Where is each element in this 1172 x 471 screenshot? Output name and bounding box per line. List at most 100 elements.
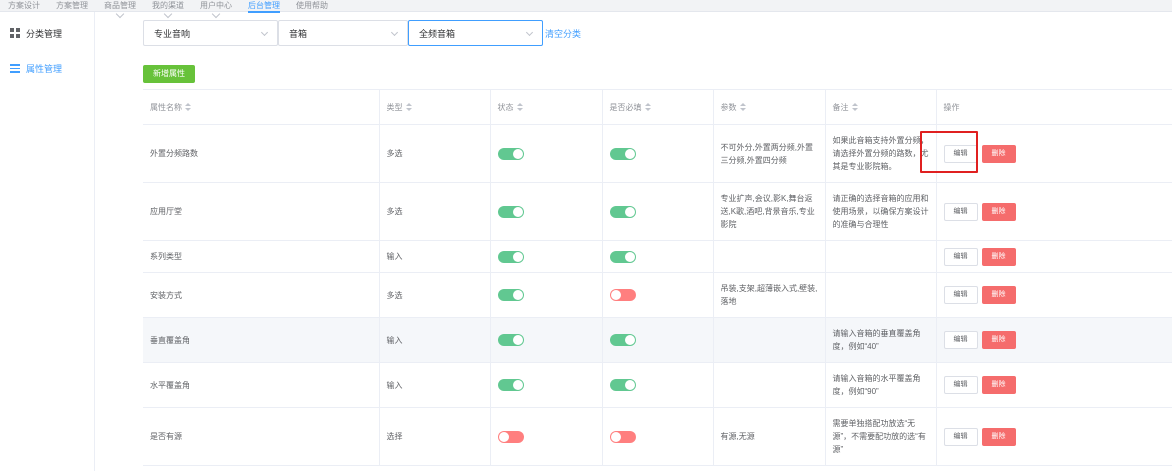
cell-params	[713, 317, 826, 363]
nav-item-product-manage[interactable]: 商品管理	[96, 0, 144, 12]
cell-required	[602, 182, 714, 241]
cell-name: 垂直覆盖角	[143, 317, 380, 363]
table-row: 是否有源 选择 有源,无源 需要单独搭配功放选“无源”，不需要配功放的选“有源” 编辑删…	[143, 407, 1172, 466]
cell-status	[490, 407, 603, 466]
sort-icon	[644, 103, 651, 112]
nav-item-my-channel[interactable]: 我的渠道	[144, 0, 192, 12]
cell-required	[602, 124, 714, 183]
table-header-row: 属性名称 类型 状态 是否必填 参数 备注 操作	[143, 89, 1172, 125]
table-row: 系列类型 输入 编辑 删除	[143, 240, 1172, 273]
attribute-table: 属性名称 类型 状态 是否必填 参数 备注 操作 外置分频路数 多选 不可外分,外置…	[143, 89, 1172, 466]
delete-button[interactable]: 删除	[981, 247, 1016, 266]
cell-type: 输入	[379, 317, 491, 363]
delete-button[interactable]: 删除	[981, 376, 1016, 394]
add-attribute-button[interactable]: 新增属性	[143, 65, 195, 83]
header-name[interactable]: 属性名称	[143, 89, 380, 125]
cell-required	[602, 272, 714, 318]
table-row: 外置分频路数 多选 不可外分,外置两分频,外置三分频,外置四分频 如果此音箱支持外置分…	[143, 124, 1172, 183]
required-toggle[interactable]	[609, 430, 636, 443]
cell-name: 外置分频路数	[143, 124, 380, 183]
cell-required	[602, 317, 714, 363]
status-toggle[interactable]	[497, 147, 524, 160]
sidebar-item-attribute[interactable]: 属性管理	[0, 57, 94, 79]
table-row: 垂直覆盖角 输入 请输入音箱的垂直覆盖角度，例如“40” 编辑 删除	[143, 317, 1172, 363]
category-select-3[interactable]: 全频音箱	[408, 20, 543, 46]
edit-button[interactable]: 编辑	[943, 202, 978, 221]
cell-note: 需要单独搭配功放选“无源”，不需要配功放的选“有源”	[825, 407, 937, 466]
sort-icon	[185, 103, 191, 112]
chevron-down-icon	[390, 28, 399, 37]
cell-required	[602, 362, 714, 408]
cell-type: 选择	[379, 407, 491, 466]
clear-category-link[interactable]: 清空分类	[545, 27, 581, 40]
required-toggle[interactable]	[609, 205, 636, 218]
status-toggle[interactable]	[497, 250, 524, 263]
cell-name: 应用厅堂	[143, 182, 380, 241]
cell-params	[713, 240, 826, 273]
delete-button[interactable]: 删除	[981, 427, 1016, 446]
edit-button[interactable]: 编辑	[943, 427, 978, 446]
status-toggle[interactable]	[497, 334, 524, 347]
required-toggle[interactable]	[609, 379, 636, 392]
cell-actions: 编辑 删除	[936, 362, 1172, 408]
header-type[interactable]: 类型	[379, 89, 491, 125]
nav-item-scheme-manage[interactable]: 方案管理	[48, 0, 96, 12]
cell-name: 是否有源	[143, 407, 380, 466]
required-toggle[interactable]	[609, 289, 636, 302]
required-toggle[interactable]	[609, 147, 636, 160]
chevron-down-icon	[525, 28, 534, 37]
delete-button[interactable]: 删除	[981, 331, 1016, 349]
header-required[interactable]: 是否必填	[602, 89, 714, 125]
nav-item-help[interactable]: 使用帮助	[288, 0, 336, 12]
grid-icon	[10, 28, 20, 38]
cell-status	[490, 240, 603, 273]
status-toggle[interactable]	[497, 430, 524, 443]
edit-button[interactable]: 编辑	[943, 331, 978, 349]
category-select-1[interactable]: 专业音响	[143, 20, 278, 46]
required-toggle[interactable]	[609, 250, 636, 263]
status-toggle[interactable]	[497, 289, 524, 302]
nav-item-admin[interactable]: 后台管理	[240, 0, 288, 13]
edit-button[interactable]: 编辑	[943, 247, 978, 266]
cell-status	[490, 182, 603, 241]
cell-status	[490, 124, 603, 183]
chevron-down-icon	[260, 28, 269, 37]
sidebar: 分类管理 属性管理	[0, 12, 95, 471]
delete-button[interactable]: 删除	[981, 144, 1016, 163]
cell-required	[602, 240, 714, 273]
status-toggle[interactable]	[497, 379, 524, 392]
edit-button[interactable]: 编辑	[943, 144, 978, 163]
sidebar-item-category[interactable]: 分类管理	[0, 22, 94, 44]
cell-name: 水平覆盖角	[143, 362, 380, 408]
delete-button[interactable]: 删除	[981, 202, 1016, 221]
cell-note: 请输入音箱的水平覆盖角度，例如“90”	[825, 362, 937, 408]
cell-note: 如果此音箱支持外置分频，请选择外置分频的路数，尤其是专业影院箱。	[825, 124, 937, 183]
cell-actions: 编辑 删除	[936, 272, 1172, 318]
category-select-2[interactable]: 音箱	[278, 20, 408, 46]
nav-item-scheme-design[interactable]: 方案设计	[0, 0, 48, 12]
cell-note: 请输入音箱的垂直覆盖角度，例如“40”	[825, 317, 937, 363]
cell-required	[602, 407, 714, 466]
header-status[interactable]: 状态	[490, 89, 603, 125]
cell-actions: 编辑 删除	[936, 317, 1172, 363]
table-row: 水平覆盖角 输入 请输入音箱的水平覆盖角度，例如“90” 编辑 删除	[143, 362, 1172, 408]
cell-params: 不可外分,外置两分频,外置三分频,外置四分频	[713, 124, 826, 183]
header-params[interactable]: 参数	[713, 89, 826, 125]
cell-note	[825, 272, 937, 318]
cell-params: 有源,无源	[713, 407, 826, 466]
sidebar-item-label: 属性管理	[26, 63, 63, 74]
sort-icon	[405, 103, 412, 112]
header-note[interactable]: 备注	[825, 89, 937, 125]
cell-status	[490, 317, 603, 363]
cell-actions: 编辑 删除	[936, 407, 1172, 466]
nav-item-user-center[interactable]: 用户中心	[192, 0, 240, 12]
cell-params: 专业扩声,会议,影K,舞台返送,K歌,酒吧,背景音乐,专业影院	[713, 182, 826, 241]
cell-type: 多选	[379, 272, 491, 318]
status-toggle[interactable]	[497, 205, 524, 218]
edit-button[interactable]: 编辑	[943, 286, 978, 304]
select-value: 全频音箱	[419, 28, 456, 39]
required-toggle[interactable]	[609, 334, 636, 347]
edit-button[interactable]: 编辑	[943, 376, 978, 394]
sort-icon	[516, 103, 523, 112]
delete-button[interactable]: 删除	[981, 286, 1016, 304]
